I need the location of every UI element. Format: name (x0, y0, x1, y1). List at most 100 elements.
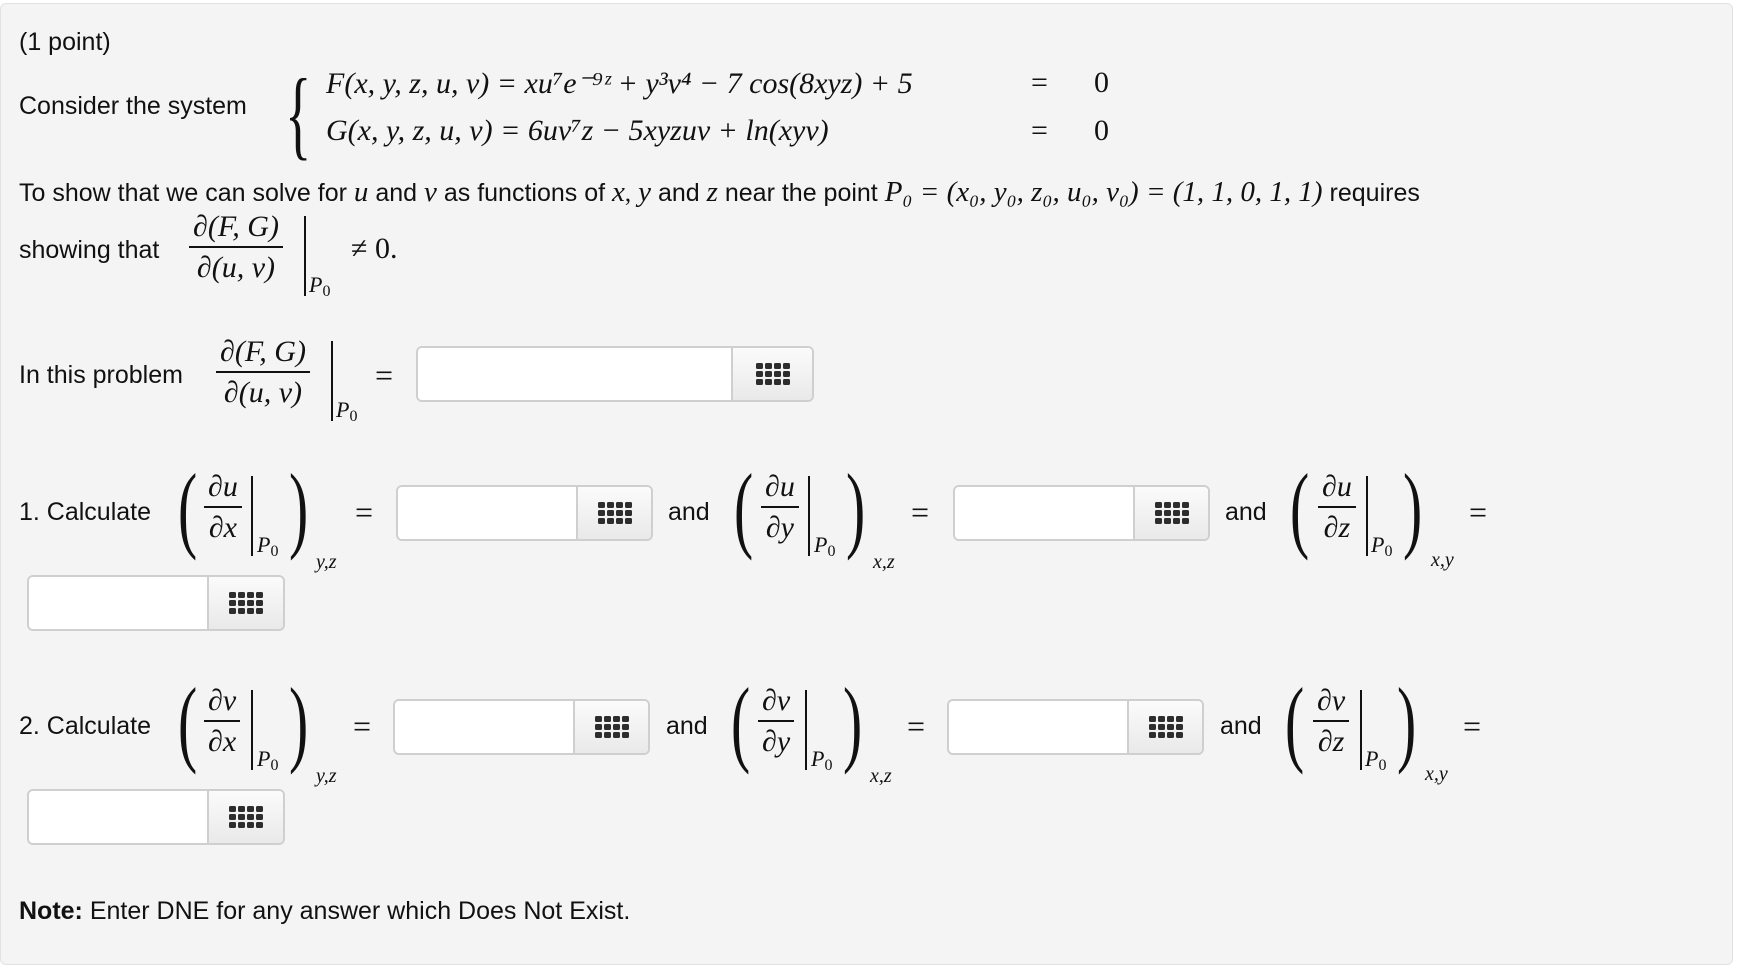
left-paren: ( (731, 668, 751, 775)
keypad-button[interactable] (207, 791, 283, 843)
partial-denominator: ∂z (1317, 725, 1345, 758)
held-constant: y,z (316, 765, 337, 787)
keypad-grid-icon (1154, 502, 1189, 524)
partial-fraction: ∂u ∂y (761, 470, 799, 545)
keypad-button[interactable] (1127, 701, 1202, 753)
q1-dudz-input[interactable] (29, 577, 207, 629)
points-label: (1 point) (19, 28, 111, 56)
and-text: and (375, 179, 418, 207)
evaluation-bar (304, 216, 306, 296)
jacobian-fraction: ∂(F, G) ∂(u, v) (189, 210, 283, 285)
evaluation-bar (251, 690, 253, 770)
evaluation-bar (251, 476, 253, 556)
eval-sub: 0 (270, 757, 279, 774)
F-rhs: xu⁷e⁻⁹ᶻ + y³v⁴ − 7 cos(8xyz) + 5 (524, 67, 913, 100)
G-equals: = (1031, 114, 1048, 147)
eval-P: P (257, 532, 271, 557)
q1-dudz-answer (27, 575, 285, 631)
eval-point: P0 (257, 746, 278, 775)
partial-numerator: ∂u (1322, 470, 1352, 503)
q2-dvdz-input[interactable] (29, 791, 207, 843)
held-constant: x,z (873, 551, 895, 573)
left-paren: ( (734, 454, 754, 561)
q2-dvdy-answer (947, 699, 1204, 755)
partial-numerator: ∂u (765, 470, 795, 503)
equals-sign: = (353, 708, 372, 744)
eval-sub: 0 (1378, 757, 1387, 774)
jacobian-answer (416, 346, 814, 402)
equals-sign: = (355, 494, 374, 530)
q2-dvdx-input[interactable] (395, 701, 573, 753)
eval-sub: 0 (1384, 543, 1393, 560)
eval-P: P (1365, 746, 1379, 771)
eval-P: P (336, 397, 350, 422)
eval-sub: 0 (827, 543, 836, 560)
point-P0: P₀ = (x₀, y₀, z₀, u₀, v₀) = (1, 1, 0, 1,… (884, 176, 1323, 208)
keypad-button[interactable] (573, 701, 648, 753)
keypad-button[interactable] (207, 577, 283, 629)
right-paren: ) (846, 454, 866, 561)
statement: To show that we can solve for u and v as… (19, 176, 1420, 209)
partial-fraction: ∂u ∂z (1318, 470, 1356, 545)
left-paren: ( (178, 668, 198, 775)
fraction-bar (1318, 506, 1356, 508)
held-constant: y,z (316, 551, 337, 573)
partial-denominator: ∂y (765, 511, 794, 544)
eval-sub: 0 (824, 757, 833, 774)
keypad-grid-icon (594, 716, 629, 738)
keypad-button[interactable] (731, 348, 812, 400)
right-paren: ) (289, 668, 309, 775)
problem-panel: (1 point) Consider the system { F(x, y, … (0, 3, 1733, 965)
jacobian-fraction: ∂(F, G) ∂(u, v) (216, 335, 310, 410)
eval-point: P0 (309, 272, 330, 301)
eval-P: P (309, 272, 323, 297)
statement-text: near the point (724, 179, 878, 207)
left-paren: ( (178, 454, 198, 561)
keypad-grid-icon (597, 502, 632, 524)
q2-dvdy-input[interactable] (949, 701, 1127, 753)
G-rhs: 6uv⁷z − 5xyzuv + ln(xyv) (527, 114, 829, 147)
partial-fraction: ∂v ∂x (204, 684, 241, 759)
partial-denominator: ∂x (208, 511, 237, 544)
F-lhs: F(x, y, z, u, v) = (326, 67, 518, 100)
note-label: Note: (19, 897, 83, 925)
q2-dvdx-answer (393, 699, 650, 755)
equals-sign: = (1463, 708, 1482, 744)
F-equation: F(x, y, z, u, v) = xu⁷e⁻⁹ᶻ + y³v⁴ − 7 co… (326, 66, 913, 101)
var-u: u (353, 176, 369, 208)
equals-sign: = (911, 494, 930, 530)
eval-P: P (1371, 532, 1385, 557)
statement-text: requires (1329, 179, 1420, 207)
and-text: and (1225, 498, 1267, 526)
G-equation: G(x, y, z, u, v) = 6uv⁷z − 5xyzuv + ln(x… (326, 114, 829, 148)
fraction-bar (761, 506, 799, 508)
equals-sign: = (1469, 494, 1488, 530)
jacobian-input[interactable] (418, 348, 732, 400)
evaluation-bar (1366, 476, 1368, 556)
q2-dvdz-answer (27, 789, 285, 845)
equals-sign: = (907, 708, 926, 744)
eval-point: P0 (336, 397, 357, 426)
evaluation-bar (1360, 690, 1362, 770)
eval-point: P0 (1371, 532, 1392, 561)
partial-denominator: ∂z (1323, 511, 1351, 544)
keypad-button[interactable] (1133, 487, 1208, 539)
partial-denominator: ∂y (762, 725, 791, 758)
q1-dudx-input[interactable] (398, 487, 576, 539)
keypad-grid-icon (755, 363, 790, 385)
keypad-button[interactable] (576, 487, 651, 539)
eval-point: P0 (257, 532, 278, 561)
evaluation-bar (331, 341, 333, 421)
q1-dudx-answer (396, 485, 653, 541)
fraction-bar (1313, 720, 1350, 722)
statement-text: as functions of (443, 179, 606, 207)
right-paren: ) (843, 668, 863, 775)
in-this-problem: In this problem (19, 361, 183, 389)
fraction-bar (216, 371, 310, 373)
held-constant: x,z (870, 765, 892, 787)
not-equal-zero: ≠ 0. (351, 232, 398, 265)
q1-dudy-input[interactable] (955, 487, 1133, 539)
fraction-bar (189, 246, 283, 248)
eval-sub: 0 (270, 543, 279, 560)
F-equals: = (1031, 66, 1048, 99)
